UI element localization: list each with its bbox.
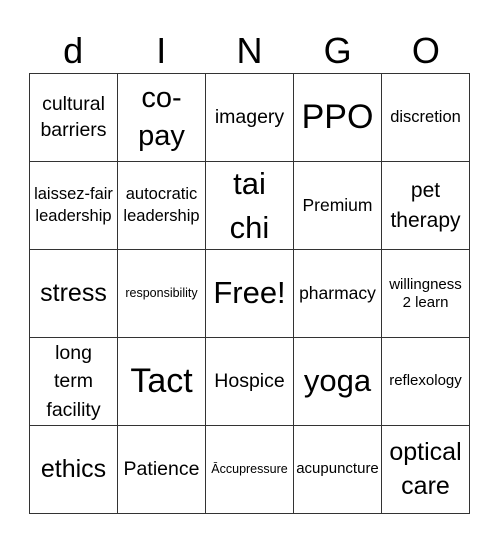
bingo-cell[interactable]: ethics xyxy=(30,426,118,514)
bingo-cell[interactable]: PPO xyxy=(294,74,382,162)
bingo-cell[interactable]: Premium xyxy=(294,162,382,250)
bingo-cell[interactable]: co-pay xyxy=(118,74,206,162)
bingo-cell[interactable]: imagery xyxy=(206,74,294,162)
bingo-cell[interactable]: Hospice xyxy=(206,338,294,426)
bingo-cell[interactable]: acupuncture xyxy=(294,426,382,514)
bingo-cell[interactable]: stress xyxy=(30,250,118,338)
bingo-cell[interactable]: pet therapy xyxy=(382,162,470,250)
bingo-cell[interactable]: responsibility xyxy=(118,250,206,338)
bingo-grid: cultural barriers co-pay imagery PPO dis… xyxy=(29,73,470,514)
bingo-cell[interactable]: cultural barriers xyxy=(30,74,118,162)
bingo-cell[interactable]: willingness 2 learn xyxy=(382,250,470,338)
bingo-cell[interactable]: optical care xyxy=(382,426,470,514)
header-letter-i: I xyxy=(156,30,167,71)
bingo-cell[interactable]: Patience xyxy=(118,426,206,514)
bingo-cell[interactable]: tai chi xyxy=(206,162,294,250)
bingo-header: d I N G O xyxy=(29,28,470,73)
bingo-cell[interactable]: Free! xyxy=(206,250,294,338)
bingo-cell[interactable]: pharmacy xyxy=(294,250,382,338)
bingo-cell[interactable]: Āccupressure xyxy=(206,426,294,514)
header-letter-o: O xyxy=(411,30,440,71)
header-letter-n: N xyxy=(236,30,263,71)
header-letter-g: G xyxy=(323,30,352,71)
bingo-cell[interactable]: autocratic leadership xyxy=(118,162,206,250)
bingo-cell[interactable]: reflexology xyxy=(382,338,470,426)
header-letter-d: d xyxy=(63,30,84,71)
bingo-cell[interactable]: Tact xyxy=(118,338,206,426)
bingo-cell[interactable]: laissez-fair leadership xyxy=(30,162,118,250)
bingo-cell[interactable]: discretion xyxy=(382,74,470,162)
bingo-cell[interactable]: long term facility xyxy=(30,338,118,426)
bingo-cell[interactable]: yoga xyxy=(294,338,382,426)
